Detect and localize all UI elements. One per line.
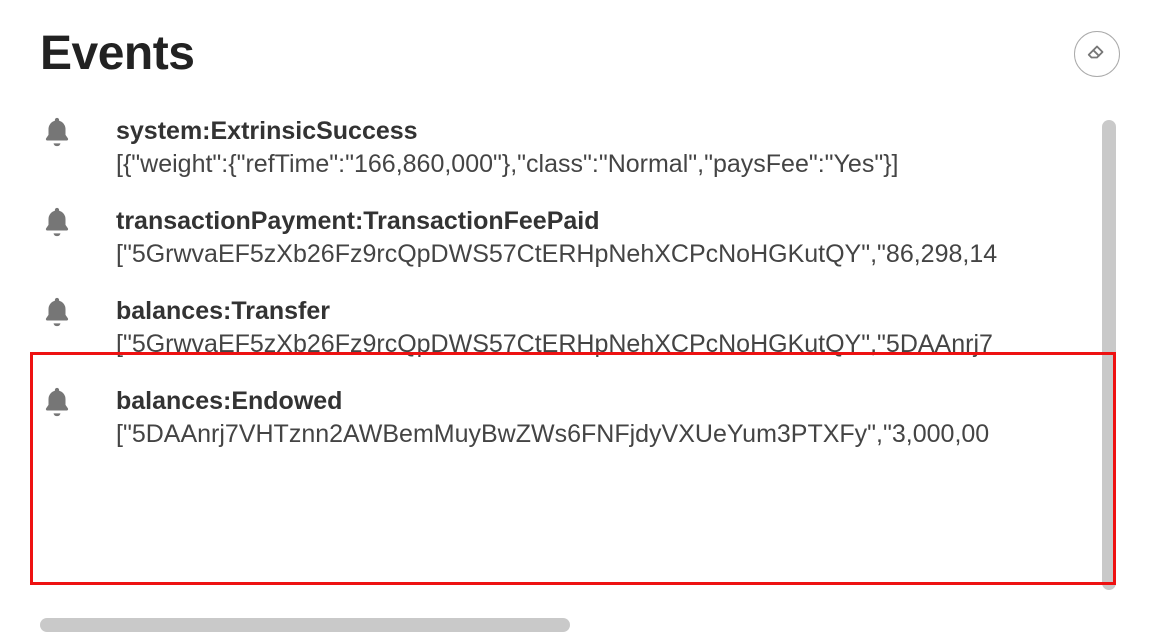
events-viewport: system:ExtrinsicSuccess [{"weight":{"ref… <box>40 117 1120 607</box>
event-details: ["5DAAnrj7VHTznn2AWBemMuyBwZWs6FNFjdyVXU… <box>116 420 1092 449</box>
eraser-icon <box>1086 41 1108 66</box>
event-body: system:ExtrinsicSuccess [{"weight":{"ref… <box>116 117 1092 179</box>
event-body: balances:Endowed ["5DAAnrj7VHTznn2AWBemM… <box>116 387 1092 449</box>
event-name: transactionPayment:TransactionFeePaid <box>116 207 1092 236</box>
event-details: ["5GrwvaEF5zXb26Fz9rcQpDWS57CtERHpNehXCP… <box>116 240 1092 269</box>
bell-icon <box>40 385 74 419</box>
bell-icon <box>40 295 74 329</box>
page-title: Events <box>40 26 194 81</box>
bell-icon <box>40 117 74 149</box>
bell-icon <box>40 205 74 239</box>
event-body: transactionPayment:TransactionFeePaid ["… <box>116 207 1092 269</box>
vertical-scrollbar[interactable] <box>1102 120 1116 610</box>
event-row[interactable]: transactionPayment:TransactionFeePaid ["… <box>40 207 1092 269</box>
event-name: system:ExtrinsicSuccess <box>116 117 1092 146</box>
horizontal-scrollbar-thumb[interactable] <box>40 618 570 632</box>
events-list[interactable]: system:ExtrinsicSuccess [{"weight":{"ref… <box>40 117 1120 607</box>
event-name: balances:Endowed <box>116 387 1092 416</box>
clear-events-button[interactable] <box>1074 31 1120 77</box>
event-name: balances:Transfer <box>116 297 1092 326</box>
event-row[interactable]: balances:Transfer ["5GrwvaEF5zXb26Fz9rcQ… <box>40 297 1092 359</box>
event-body: balances:Transfer ["5GrwvaEF5zXb26Fz9rcQ… <box>116 297 1092 359</box>
event-row[interactable]: system:ExtrinsicSuccess [{"weight":{"ref… <box>40 117 1092 179</box>
event-row[interactable]: balances:Endowed ["5DAAnrj7VHTznn2AWBemM… <box>40 387 1092 449</box>
events-panel: Events system:ExtrinsicSuccess [{"weight… <box>0 0 1160 607</box>
horizontal-scrollbar[interactable] <box>40 618 1100 632</box>
event-details: [{"weight":{"refTime":"166,860,000"},"cl… <box>116 150 1092 179</box>
events-header: Events <box>40 26 1120 81</box>
vertical-scrollbar-thumb[interactable] <box>1102 120 1116 590</box>
event-details: ["5GrwvaEF5zXb26Fz9rcQpDWS57CtERHpNehXCP… <box>116 330 1092 359</box>
